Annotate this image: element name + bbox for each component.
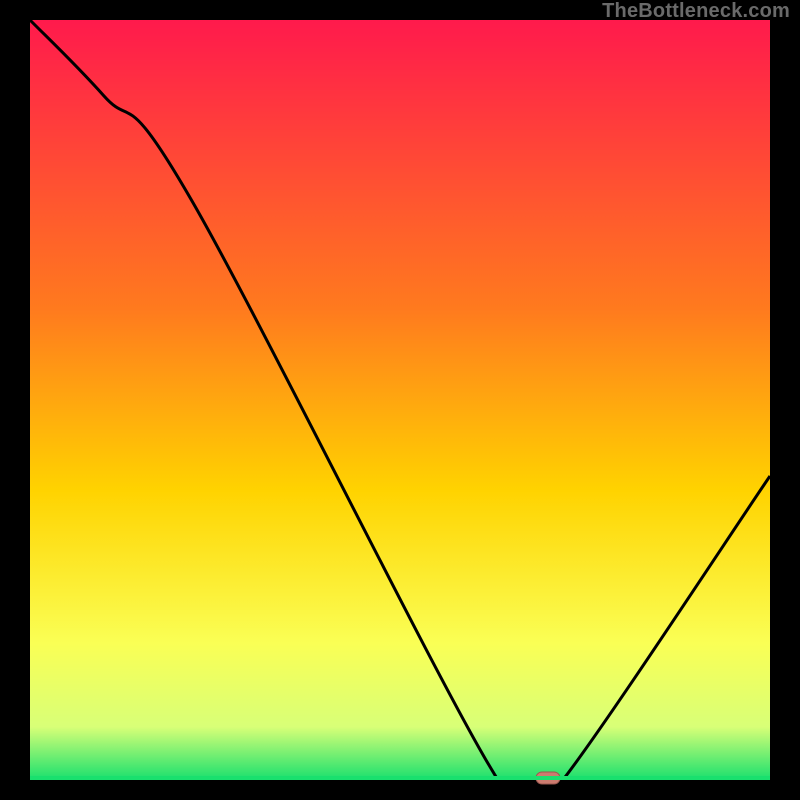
figure-root: { "watermark": { "text": "TheBottleneck.… <box>0 0 800 800</box>
plot-background <box>30 20 770 780</box>
watermark-text: TheBottleneck.com <box>602 0 790 23</box>
chart-svg <box>0 0 800 800</box>
baseline <box>30 776 770 780</box>
